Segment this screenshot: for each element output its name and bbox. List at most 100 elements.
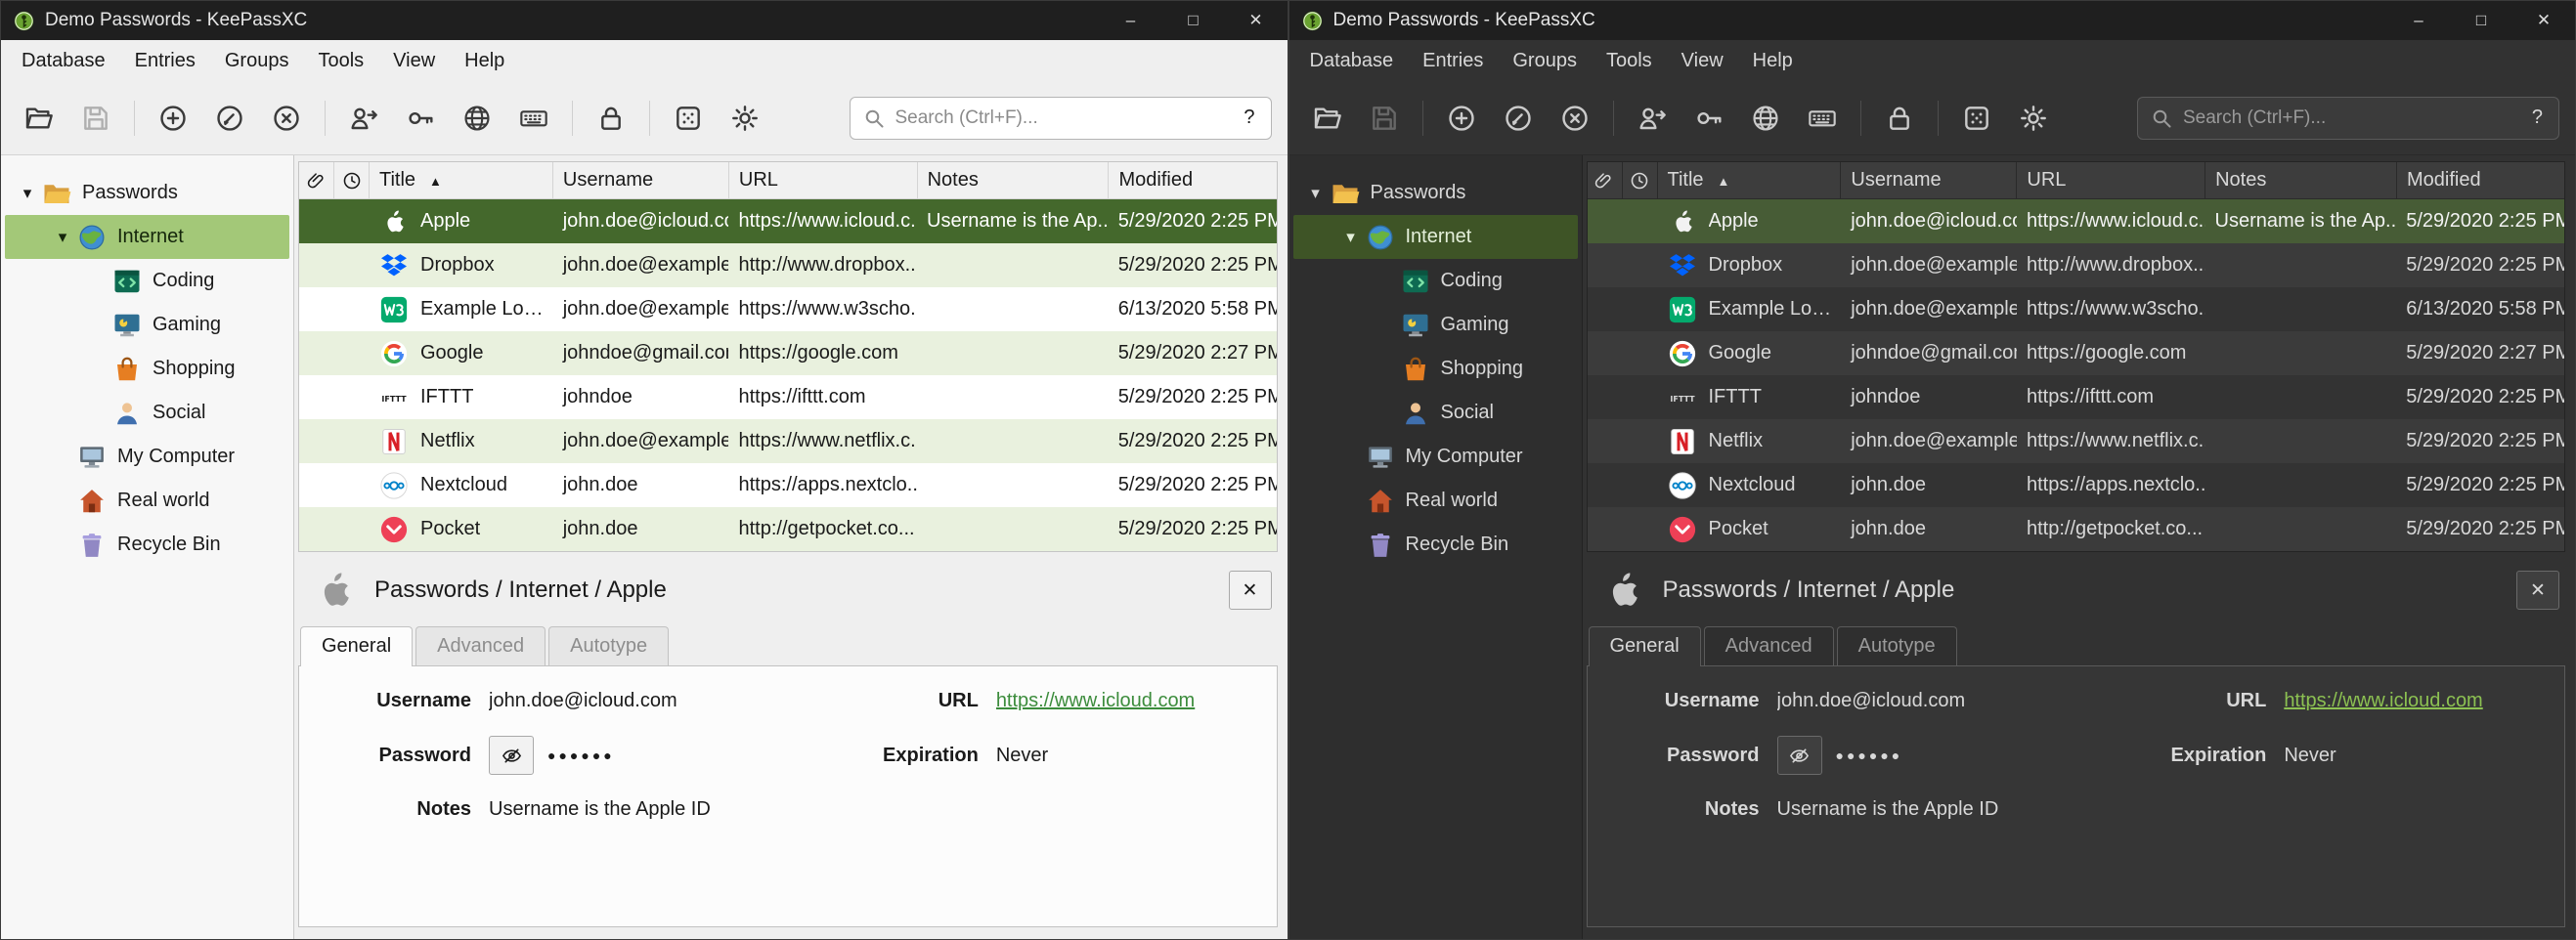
password-generator-button[interactable]	[1952, 95, 2001, 142]
group-recycle-bin[interactable]: Recycle Bin	[1293, 523, 1578, 567]
entry-row-netflix[interactable]: Netflix john.doe@example... https://www.…	[1588, 419, 2565, 463]
menu-item[interactable]: Groups	[210, 44, 304, 78]
modified-column-header[interactable]: Modified	[1109, 162, 1276, 198]
search-input[interactable]	[2173, 107, 2528, 129]
perform-autotype-button[interactable]	[509, 95, 558, 142]
group-my-computer[interactable]: My Computer	[1293, 435, 1578, 479]
save-database-button[interactable]	[71, 95, 120, 142]
tab-autotype[interactable]: Autotype	[548, 626, 669, 665]
group-shopping[interactable]: Shopping	[1293, 347, 1578, 391]
entry-row-apple[interactable]: Apple john.doe@icloud.com https://www.ic…	[299, 199, 1277, 243]
menu-item[interactable]: Database	[1295, 44, 1409, 78]
menu-item[interactable]: Help	[1738, 44, 1808, 78]
entry-row-example-login[interactable]: Example Login ... john.doe@example... ht…	[1588, 287, 2565, 331]
menu-item[interactable]: View	[378, 44, 450, 78]
open-database-button[interactable]	[15, 95, 64, 142]
username-column-header[interactable]: Username	[1841, 162, 2017, 198]
entry-row-google[interactable]: Google johndoe@gmail.com https://google.…	[299, 331, 1277, 375]
group-internet[interactable]: Internet	[1293, 215, 1578, 259]
copy-password-button[interactable]	[396, 95, 445, 142]
menu-item[interactable]: View	[1667, 44, 1738, 78]
lock-database-button[interactable]	[1875, 95, 1924, 142]
new-entry-button[interactable]	[149, 95, 197, 142]
entry-row-apple[interactable]: Apple john.doe@icloud.com https://www.ic…	[1588, 199, 2565, 243]
delete-entry-button[interactable]	[262, 95, 311, 142]
group-gaming[interactable]: Gaming	[5, 303, 289, 347]
menu-item[interactable]: Entries	[120, 44, 210, 78]
maximize-button[interactable]: □	[1162, 1, 1225, 40]
group-internet[interactable]: Internet	[5, 215, 289, 259]
tab-autotype[interactable]: Autotype	[1837, 626, 1957, 665]
url-column-header[interactable]: URL	[729, 162, 918, 198]
entry-row-nextcloud[interactable]: Nextcloud john.doe https://apps.nextclo.…	[1588, 463, 2565, 507]
url-link[interactable]: https://www.icloud.com	[996, 690, 1195, 711]
open-database-button[interactable]	[1303, 95, 1352, 142]
notes-column-header[interactable]: Notes	[918, 162, 1110, 198]
copy-password-button[interactable]	[1684, 95, 1733, 142]
entry-row-pocket[interactable]: Pocket john.doe http://getpocket.co... 5…	[1588, 507, 2565, 551]
title-column-header[interactable]: Title	[1658, 162, 1842, 198]
entry-row-ifttt[interactable]: IFTTT johndoe https://ifttt.com 5/29/202…	[299, 375, 1277, 419]
perform-autotype-button[interactable]	[1798, 95, 1847, 142]
attachment-column-header[interactable]	[1588, 162, 1623, 198]
username-column-header[interactable]: Username	[553, 162, 729, 198]
group-passwords[interactable]: Passwords	[5, 171, 289, 215]
edit-entry-button[interactable]	[205, 95, 254, 142]
group-passwords[interactable]: Passwords	[1293, 171, 1578, 215]
minimize-button[interactable]: –	[2387, 1, 2450, 40]
group-gaming[interactable]: Gaming	[1293, 303, 1578, 347]
help-button[interactable]: ?	[2528, 107, 2547, 129]
group-recycle-bin[interactable]: Recycle Bin	[5, 523, 289, 567]
menu-item[interactable]: Database	[7, 44, 120, 78]
group-social[interactable]: Social	[5, 391, 289, 435]
toggle-password-button[interactable]	[489, 736, 534, 775]
menu-item[interactable]: Help	[450, 44, 519, 78]
entry-row-pocket[interactable]: Pocket john.doe http://getpocket.co... 5…	[299, 507, 1277, 551]
modified-column-header[interactable]: Modified	[2397, 162, 2564, 198]
close-button[interactable]: ✕	[1225, 1, 1288, 40]
copy-username-button[interactable]	[339, 95, 388, 142]
entry-row-nextcloud[interactable]: Nextcloud john.doe https://apps.nextclo.…	[299, 463, 1277, 507]
tab-advanced[interactable]: Advanced	[415, 626, 546, 665]
group-real-world[interactable]: Real world	[5, 479, 289, 523]
entry-row-example-login[interactable]: Example Login ... john.doe@example... ht…	[299, 287, 1277, 331]
menu-item[interactable]: Entries	[1408, 44, 1498, 78]
close-preview-button[interactable]: ✕	[1229, 571, 1272, 610]
menu-item[interactable]: Tools	[1592, 44, 1667, 78]
attachment-column-header[interactable]	[299, 162, 334, 198]
tab-general[interactable]: General	[1589, 626, 1701, 666]
url-column-header[interactable]: URL	[2017, 162, 2205, 198]
open-url-button[interactable]	[1741, 95, 1790, 142]
tab-general[interactable]: General	[300, 626, 413, 666]
group-my-computer[interactable]: My Computer	[5, 435, 289, 479]
copy-username-button[interactable]	[1628, 95, 1677, 142]
entry-row-dropbox[interactable]: Dropbox john.doe@example... http://www.d…	[1588, 243, 2565, 287]
save-database-button[interactable]	[1360, 95, 1409, 142]
menu-item[interactable]: Tools	[303, 44, 378, 78]
notes-column-header[interactable]: Notes	[2205, 162, 2397, 198]
url-link[interactable]: https://www.icloud.com	[2284, 690, 2482, 711]
new-entry-button[interactable]	[1437, 95, 1486, 142]
close-button[interactable]: ✕	[2512, 1, 2575, 40]
title-column-header[interactable]: Title	[370, 162, 553, 198]
maximize-button[interactable]: □	[2450, 1, 2512, 40]
group-real-world[interactable]: Real world	[1293, 479, 1578, 523]
password-generator-button[interactable]	[664, 95, 713, 142]
search-input[interactable]	[886, 107, 1241, 129]
settings-button[interactable]	[2009, 95, 2058, 142]
group-coding[interactable]: Coding	[1293, 259, 1578, 303]
entry-row-netflix[interactable]: Netflix john.doe@example... https://www.…	[299, 419, 1277, 463]
settings-button[interactable]	[720, 95, 769, 142]
group-coding[interactable]: Coding	[5, 259, 289, 303]
minimize-button[interactable]: –	[1100, 1, 1162, 40]
edit-entry-button[interactable]	[1494, 95, 1543, 142]
entry-row-dropbox[interactable]: Dropbox john.doe@example... http://www.d…	[299, 243, 1277, 287]
close-preview-button[interactable]: ✕	[2516, 571, 2559, 610]
open-url-button[interactable]	[453, 95, 502, 142]
entry-row-google[interactable]: Google johndoe@gmail.com https://google.…	[1588, 331, 2565, 375]
group-social[interactable]: Social	[1293, 391, 1578, 435]
entry-row-ifttt[interactable]: IFTTT johndoe https://ifttt.com 5/29/202…	[1588, 375, 2565, 419]
toggle-password-button[interactable]	[1777, 736, 1822, 775]
help-button[interactable]: ?	[1240, 107, 1258, 129]
tab-advanced[interactable]: Advanced	[1704, 626, 1834, 665]
